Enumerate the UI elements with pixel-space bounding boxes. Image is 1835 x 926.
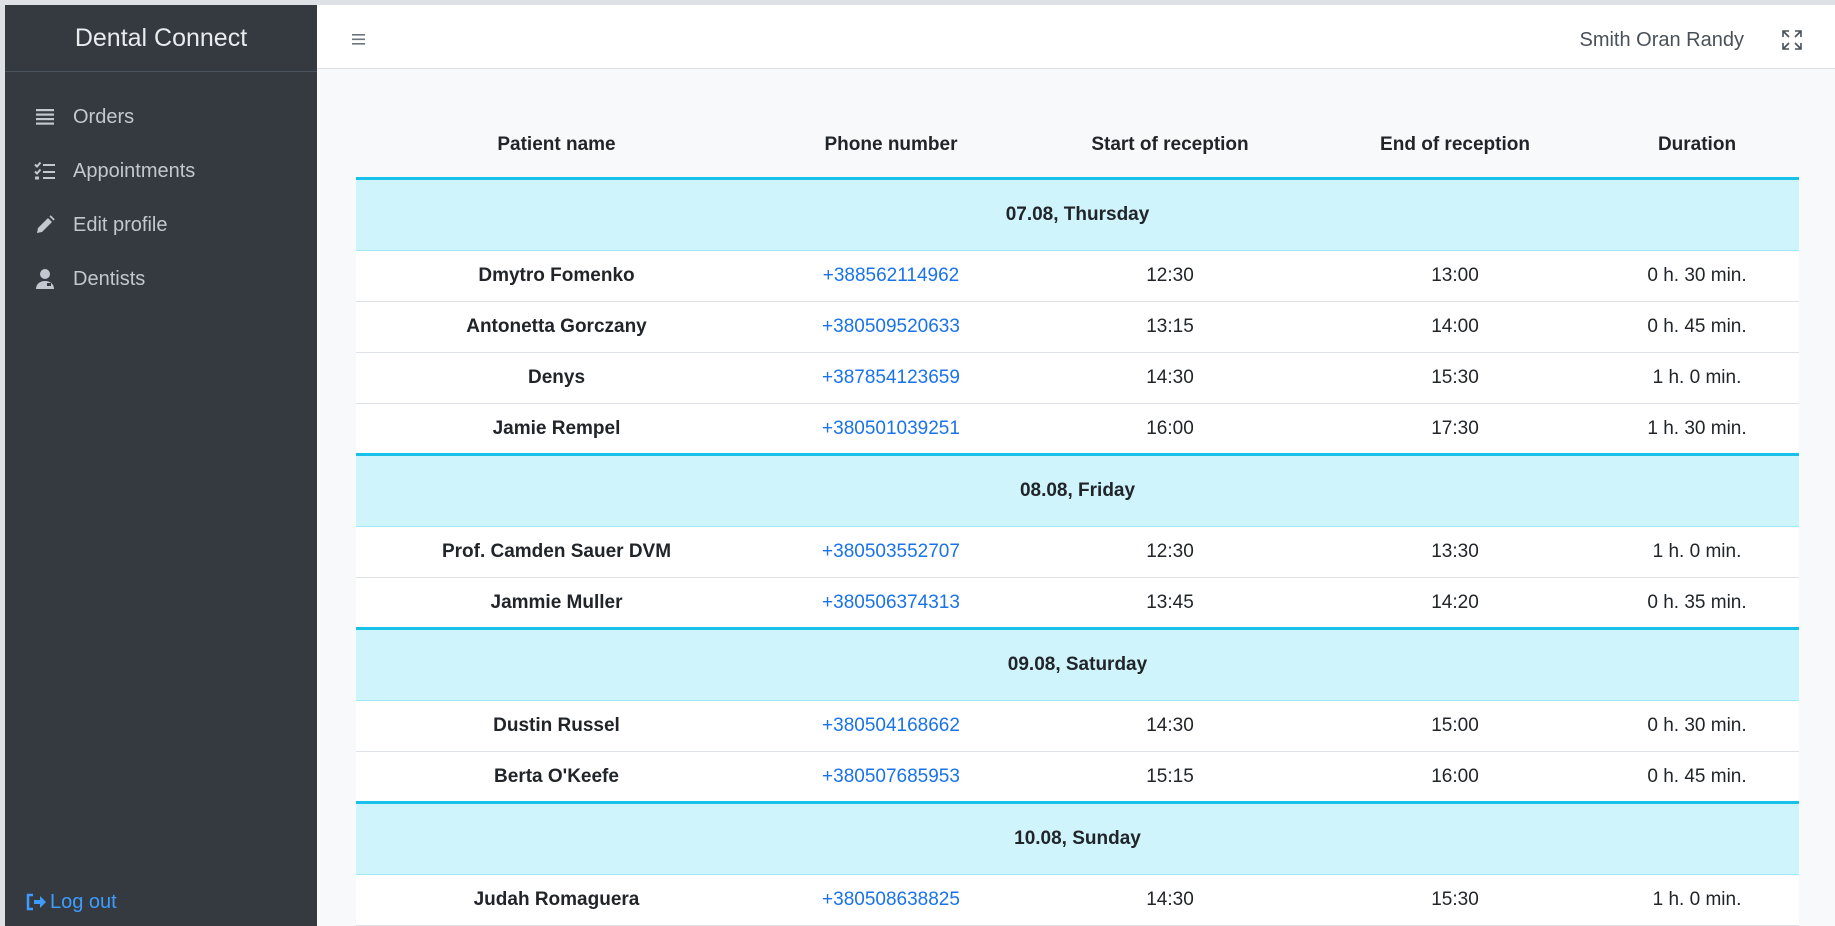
phone-link[interactable]: +380506374313 [757,577,1025,629]
column-header-patient-name: Patient name [356,113,757,180]
duration: 0 h. 35 min. [1595,577,1799,629]
checklist-icon [33,159,57,183]
column-header-phone-number: Phone number [757,113,1025,180]
date-group-row: 08.08, Friday [356,453,1799,527]
duration: 1 h. 30 min. [1595,403,1799,455]
start-time: 14:30 [1025,352,1315,404]
column-header-start: Start of reception [1025,113,1315,180]
phone-link[interactable]: +380501039251 [757,403,1025,455]
duration: 0 h. 45 min. [1595,301,1799,353]
start-time: 13:45 [1025,577,1315,629]
patient-name: Judah Romaguera [356,874,757,926]
sidebar-item-dentists[interactable]: Dentists [5,252,317,306]
start-time: 14:30 [1025,700,1315,752]
date-group-row: 09.08, Saturday [356,627,1799,701]
table-row: Jamie Rempel +380501039251 16:00 17:30 1… [356,403,1799,455]
fullscreen-icon[interactable] [1780,28,1804,52]
table-row: Judah Romaguera +380508638825 14:30 15:3… [356,874,1799,926]
end-time: 15:30 [1315,352,1595,404]
top-navbar: Smith Oran Randy [317,5,1835,69]
logout-label: Log out [50,891,117,913]
table-header-row: Patient name Phone number Start of recep… [356,113,1799,180]
duration: 0 h. 45 min. [1595,751,1799,803]
main-area: Smith Oran Randy Patient name Phone numb… [317,5,1835,926]
date-group-label: 10.08, Sunday [356,801,1799,875]
phone-link[interactable]: +388562114962 [757,250,1025,302]
patient-name: Dustin Russel [356,700,757,752]
table-row: Antonetta Gorczany +380509520633 13:15 1… [356,301,1799,353]
sidebar-item-label: Orders [73,105,135,128]
end-time: 15:30 [1315,874,1595,926]
sidebar-item-label: Edit profile [73,213,168,236]
table-body: 07.08, Thursday Dmytro Fomenko +38856211… [356,178,1799,926]
patient-name: Jammie Muller [356,577,757,629]
sidebar-item-orders[interactable]: Orders [5,90,317,144]
start-time: 16:00 [1025,403,1315,455]
start-time: 15:15 [1025,751,1315,803]
table-row: Denys +387854123659 14:30 15:30 1 h. 0 m… [356,352,1799,404]
phone-link[interactable]: +380504168662 [757,700,1025,752]
appointments-content: Patient name Phone number Start of recep… [317,69,1835,926]
end-time: 13:30 [1315,526,1595,578]
doctor-icon [33,267,57,291]
menu-toggle-icon[interactable] [351,31,367,47]
date-group-label: 09.08, Saturday [356,627,1799,701]
user-name[interactable]: Smith Oran Randy [1579,5,1744,75]
patient-name: Jamie Rempel [356,403,757,455]
end-time: 14:20 [1315,577,1595,629]
list-icon [33,105,57,129]
logout-link[interactable]: Log out [25,891,117,914]
app-frame: Dental Connect Orders Appointments Edit … [5,5,1835,926]
end-time: 17:30 [1315,403,1595,455]
appointments-table: Patient name Phone number Start of recep… [356,113,1799,926]
patient-name: Berta O'Keefe [356,751,757,803]
column-header-end: End of reception [1315,113,1595,180]
phone-link[interactable]: +380503552707 [757,526,1025,578]
end-time: 14:00 [1315,301,1595,353]
phone-link[interactable]: +380507685953 [757,751,1025,803]
end-time: 13:00 [1315,250,1595,302]
pencil-icon [33,213,57,237]
patient-name: Dmytro Fomenko [356,250,757,302]
sign-out-icon [25,892,47,914]
sidebar-item-label: Appointments [73,159,196,182]
table-row: Prof. Camden Sauer DVM +380503552707 12:… [356,526,1799,578]
brand-title[interactable]: Dental Connect [5,5,317,72]
sidebar: Dental Connect Orders Appointments Edit … [5,5,317,926]
start-time: 12:30 [1025,526,1315,578]
duration: 1 h. 0 min. [1595,874,1799,926]
start-time: 12:30 [1025,250,1315,302]
table-row: Dmytro Fomenko +388562114962 12:30 13:00… [356,250,1799,302]
table-row: Jammie Muller +380506374313 13:45 14:20 … [356,577,1799,629]
phone-link[interactable]: +380509520633 [757,301,1025,353]
end-time: 16:00 [1315,751,1595,803]
duration: 0 h. 30 min. [1595,250,1799,302]
sidebar-nav: Orders Appointments Edit profile Dentist… [5,72,317,306]
table-row: Berta O'Keefe +380507685953 15:15 16:00 … [356,751,1799,803]
date-group-row: 10.08, Sunday [356,801,1799,875]
date-group-label: 08.08, Friday [356,453,1799,527]
phone-link[interactable]: +380508638825 [757,874,1025,926]
column-header-duration: Duration [1595,113,1799,180]
sidebar-item-appointments[interactable]: Appointments [5,144,317,198]
duration: 1 h. 0 min. [1595,526,1799,578]
sidebar-item-edit-profile[interactable]: Edit profile [5,198,317,252]
duration: 1 h. 0 min. [1595,352,1799,404]
sidebar-item-label: Dentists [73,267,146,290]
end-time: 15:00 [1315,700,1595,752]
phone-link[interactable]: +387854123659 [757,352,1025,404]
table-row: Dustin Russel +380504168662 14:30 15:00 … [356,700,1799,752]
duration: 0 h. 30 min. [1595,700,1799,752]
patient-name: Prof. Camden Sauer DVM [356,526,757,578]
date-group-row: 07.08, Thursday [356,178,1799,251]
start-time: 14:30 [1025,874,1315,926]
date-group-label: 07.08, Thursday [356,178,1799,251]
patient-name: Denys [356,352,757,404]
start-time: 13:15 [1025,301,1315,353]
patient-name: Antonetta Gorczany [356,301,757,353]
